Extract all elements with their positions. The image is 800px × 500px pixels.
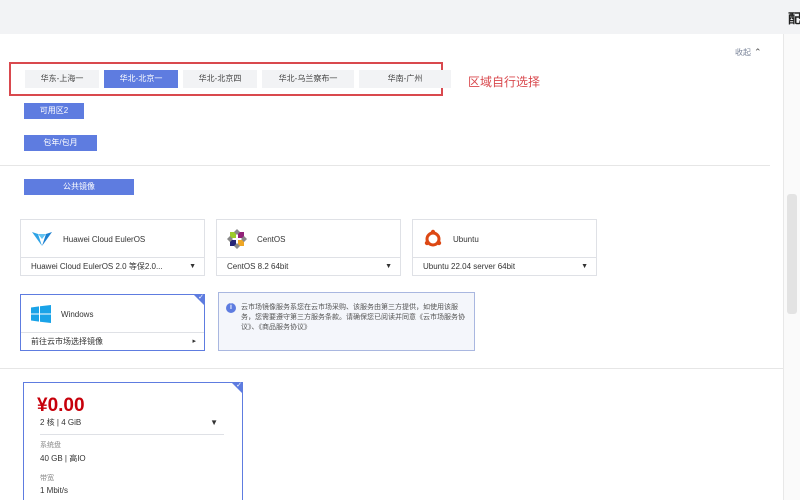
os-card-windows[interactable]: ✓ Windows 前往云市场选择镜像 ▸: [20, 294, 205, 351]
windows-logo-icon: [31, 305, 51, 323]
region-tab-ulanqab1[interactable]: 华北-乌兰察布一: [262, 70, 354, 88]
spec-value: 2 核 | 4 GiB: [40, 418, 82, 427]
region-tab-beijing4[interactable]: 华北-北京四: [183, 70, 257, 88]
region-tab-guangzhou[interactable]: 华南-广州: [359, 70, 451, 88]
caret-down-icon: ▼: [210, 418, 218, 427]
caret-down-icon: ▼: [581, 263, 588, 270]
marketplace-notice: i 云市场镜像服务系您在云市场采购、该服务由第三方提供，如使用该服务，您需要遵守…: [218, 292, 475, 351]
price-card[interactable]: ✓ ¥0.00 2 核 | 4 GiB ▼ 系统盘 40 GB | 高IO 带宽…: [23, 382, 243, 500]
euleros-logo-icon: [32, 232, 52, 246]
region-hint: 区域自行选择: [468, 75, 541, 89]
os-version-value: Ubuntu 22.04 server 64bit: [423, 262, 516, 271]
region-tab-shanghai1[interactable]: 华东-上海一: [25, 70, 99, 88]
os-name: Huawei Cloud EulerOS: [63, 234, 146, 244]
scrollbar-thumb[interactable]: [787, 194, 797, 314]
page-title: 配: [788, 11, 800, 26]
os-version-value: CentOS 8.2 64bit: [227, 262, 289, 271]
bandwidth-value: 1 Mbit/s: [40, 486, 69, 495]
caret-right-icon: ▸: [192, 338, 196, 345]
os-card-centos[interactable]: CentOS CentOS 8.2 64bit ▼: [216, 219, 401, 276]
os-name: Ubuntu: [453, 234, 479, 244]
region-tabs: 华东-上海一 华北-北京一 华北-北京四 华北-乌兰察布一 华南-广州: [25, 70, 451, 88]
os-name: CentOS: [257, 234, 286, 244]
os-version-select[interactable]: CentOS 8.2 64bit ▼: [217, 257, 400, 275]
os-card-ubuntu[interactable]: Ubuntu Ubuntu 22.04 server 64bit ▼: [412, 219, 597, 276]
notice-text: 云市场镜像服务系您在云市场采购、该服务由第三方提供，如使用该服务，您需要遵守第三…: [241, 304, 465, 331]
ubuntu-logo-icon: [424, 229, 442, 247]
disk-label: 系统盘: [40, 442, 61, 449]
image-type-button[interactable]: 公共镜像: [24, 179, 134, 195]
collapse-label: 收起: [735, 48, 751, 57]
os-version-value: Huawei Cloud EulerOS 2.0 等保2.0...: [31, 262, 163, 271]
availability-zone-button[interactable]: 可用区2: [24, 103, 84, 119]
chevron-up-icon: ⌃: [754, 47, 762, 57]
region-tab-beijing1[interactable]: 华北-北京一: [104, 70, 178, 88]
check-icon: ✓: [198, 294, 204, 301]
info-icon: i: [226, 303, 236, 313]
caret-down-icon: ▼: [385, 263, 392, 270]
disk-value: 40 GB | 高IO: [40, 454, 86, 463]
os-card-euleros[interactable]: Huawei Cloud EulerOS Huawei Cloud EulerO…: [20, 219, 205, 276]
os-name: Windows: [61, 309, 94, 319]
marketplace-link[interactable]: 前往云市场选择镜像 ▸: [21, 332, 204, 350]
caret-down-icon: ▼: [189, 263, 196, 270]
divider: [0, 368, 783, 369]
price-value: ¥0.00: [37, 395, 85, 416]
centos-logo-icon: [227, 229, 247, 249]
bandwidth-label: 带宽: [40, 475, 54, 482]
billing-mode-button[interactable]: 包年/包月: [24, 135, 97, 151]
divider: [0, 165, 770, 166]
check-icon: ✓: [236, 382, 242, 389]
os-version-select[interactable]: Huawei Cloud EulerOS 2.0 等保2.0... ▼: [21, 257, 204, 275]
collapse-toggle[interactable]: 收起 ⌃: [735, 47, 762, 58]
spec-select[interactable]: 2 核 | 4 GiB ▼: [40, 417, 224, 435]
marketplace-link-text: 前往云市场选择镜像: [31, 337, 103, 346]
os-version-select[interactable]: Ubuntu 22.04 server 64bit ▼: [413, 257, 596, 275]
top-bar: 配: [0, 0, 800, 34]
scrollbar[interactable]: [783, 34, 800, 500]
